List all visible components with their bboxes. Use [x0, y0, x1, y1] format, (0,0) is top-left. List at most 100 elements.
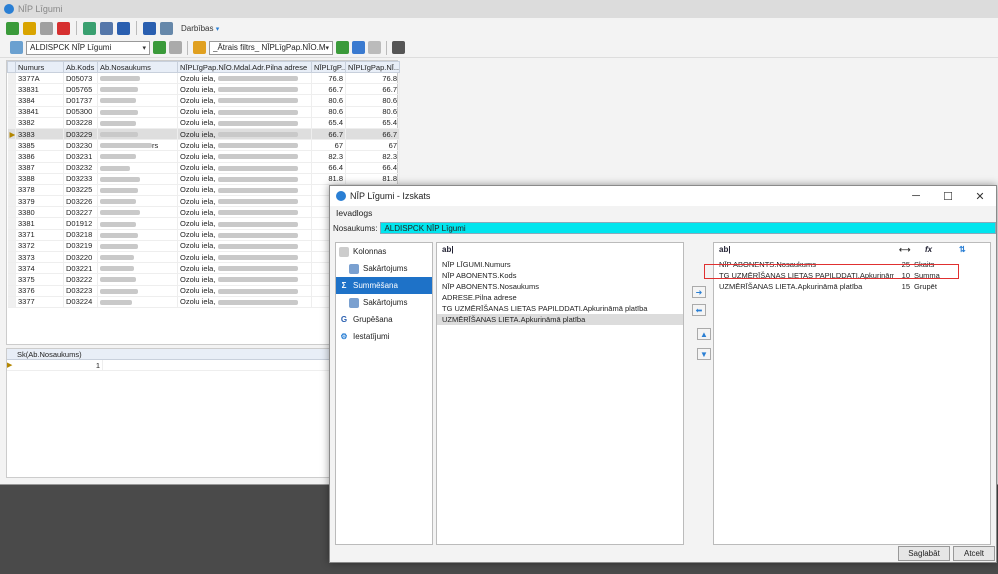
group-icon: G — [340, 315, 348, 324]
column-header[interactable]: Ab.Nosaukums — [97, 61, 178, 73]
cell-code: D03232 — [63, 162, 98, 174]
clear-filter-icon[interactable] — [368, 41, 381, 54]
apply-filter-icon[interactable] — [336, 41, 349, 54]
cell-number: 3375 — [15, 273, 64, 286]
filter-select[interactable]: _Ātrais filtrs_ NĪPLīgPap.NĪO.Mdal.A ▾ — [209, 40, 333, 55]
cell-name — [97, 273, 178, 286]
row-indicator — [7, 206, 16, 219]
view-icon[interactable] — [10, 41, 23, 54]
column-header[interactable]: NĪPLīgPap.NĪO.Mdal.Adr.Pilna adrese — [177, 61, 312, 73]
table-row[interactable]: 3382 D03228 Ozolu iela, 65.4 65.4 — [7, 117, 400, 129]
delete-icon[interactable] — [57, 21, 70, 35]
minimize-icon[interactable]: ─ — [900, 190, 932, 203]
table-row[interactable]: 3387 D03232 Ozolu iela, 66.4 66.4 — [7, 162, 400, 174]
cell-name — [97, 128, 178, 141]
export-icon[interactable] — [392, 41, 405, 54]
row-indicator — [7, 229, 16, 241]
refresh-icon[interactable] — [83, 21, 96, 35]
redacted-text — [218, 221, 299, 227]
nav-item-sum-sorting[interactable]: Sakārtojums — [336, 294, 432, 311]
cell-value-1: 82.3 — [311, 150, 346, 163]
nav-item-columns[interactable]: Kolonnas — [336, 243, 432, 260]
remove-field-button[interactable]: ⬅ — [692, 304, 706, 316]
name-input[interactable]: ALDISPCK NĪP Līgumi — [380, 222, 996, 234]
table-row[interactable]: 33831 D05765 Ozolu iela, 66.7 66.7 — [7, 83, 400, 96]
view-settings-icon[interactable] — [169, 41, 182, 54]
add-field-button[interactable]: ➜ — [692, 286, 706, 298]
row-indicator — [7, 117, 16, 129]
move-up-button[interactable]: ▲ — [697, 328, 711, 340]
column-header[interactable]: Ab.Kods — [63, 61, 98, 73]
cell-code: D03229 — [63, 128, 98, 141]
cancel-button[interactable]: Atcelt — [953, 546, 995, 561]
sort-toggle-icon[interactable]: ⇅ — [959, 243, 966, 256]
selected-field-function: Grupēt — [914, 282, 937, 291]
column-header[interactable]: Numurs — [15, 61, 64, 73]
save-button[interactable]: Saglabāt — [898, 546, 950, 561]
nav-item-summation[interactable]: Σ Summēšana — [336, 277, 432, 294]
cell-number: 33831 — [15, 83, 64, 96]
columns-icon[interactable] — [143, 21, 156, 35]
cell-value-1: 66.7 — [311, 83, 346, 96]
table-row[interactable]: 3377A D05073 Ozolu iela, 76.8 76.8 — [7, 72, 400, 85]
cell-name — [97, 94, 178, 107]
available-field-item[interactable]: NĪP ABONENTS.Kods — [437, 270, 683, 281]
available-field-item[interactable]: ADRESE.Pilna adrese — [437, 292, 683, 303]
copy-icon[interactable] — [40, 21, 53, 35]
row-indicator — [7, 273, 16, 286]
close-icon[interactable]: ✕ — [964, 190, 996, 203]
table-row[interactable]: ▶ 3383 D03229 Ozolu iela, 66.7 66.7 — [7, 128, 400, 141]
filter-edit-icon[interactable] — [352, 41, 365, 54]
apply-view-icon[interactable] — [153, 41, 166, 54]
row-indicator — [7, 262, 16, 275]
redacted-text — [100, 109, 138, 115]
actions-menu[interactable]: Darbības ▾ — [181, 24, 219, 33]
cell-code: D03221 — [63, 262, 98, 275]
cell-name: rs — [97, 139, 178, 152]
cell-name — [97, 285, 178, 297]
selected-field-item[interactable]: UZMĒRĪŠANAS LIETA.Apkurināmā platība 15 Gr… — [714, 281, 990, 292]
cell-code: D05765 — [63, 83, 98, 96]
app-icon — [336, 191, 346, 201]
column-header[interactable]: NĪPLīgP... — [311, 61, 346, 73]
nav-item-sorting[interactable]: Sakārtojums — [336, 260, 432, 277]
layout-icon[interactable] — [160, 21, 173, 35]
cell-address: Ozolu iela, — [177, 139, 312, 152]
edit-icon[interactable] — [23, 21, 36, 35]
table-row[interactable]: 3385 D03230 rs Ozolu iela, 67 67 — [7, 139, 400, 152]
available-field-item[interactable]: NĪP ABONENTS.Nosaukums — [437, 281, 683, 292]
filter-icon[interactable] — [193, 41, 206, 54]
new-icon[interactable] — [6, 21, 19, 35]
highlight-box — [704, 264, 959, 279]
cell-address: Ozolu iela, — [177, 262, 312, 275]
move-down-button[interactable]: ▼ — [697, 348, 711, 360]
available-field-item[interactable]: UZMĒRĪŠANAS LIETA.Apkurināmā platība — [437, 314, 683, 325]
maximize-icon[interactable]: ☐ — [932, 190, 964, 203]
cell-code: D01912 — [63, 217, 98, 230]
redacted-text — [100, 221, 136, 227]
column-header[interactable]: NĪPLīgPap.NĪ... — [345, 61, 400, 73]
cell-code: D03230 — [63, 139, 98, 152]
sum-icon[interactable] — [117, 21, 130, 35]
table-row[interactable]: 33841 D05300 Ozolu iela, 80.6 80.6 — [7, 106, 400, 118]
table-row[interactable]: 3388 D03233 Ozolu iela, 81.8 81.8 — [7, 173, 400, 185]
redacted-text — [218, 299, 299, 305]
row-indicator: ▶ — [7, 128, 16, 141]
nav-item-settings[interactable]: ⚙ Iestatījumi — [336, 328, 432, 345]
redacted-text — [218, 232, 299, 238]
nav-item-label: Kolonnas — [353, 247, 387, 256]
redacted-text — [218, 76, 299, 82]
view-select[interactable]: ALDISPCK NĪP Līgumi ▾ — [26, 40, 150, 55]
table-row[interactable]: 3384 D01737 Ozolu iela, 80.6 80.6 — [7, 94, 400, 107]
cell-code: D03228 — [63, 117, 98, 129]
function-col-header: fx — [925, 245, 933, 254]
available-field-item[interactable]: NĪP LĪGUMI.Numurs — [437, 259, 683, 270]
nav-item-grouping[interactable]: G Grupēšana — [336, 311, 432, 328]
table-row[interactable]: 3386 D03231 Ozolu iela, 82.3 82.3 — [7, 150, 400, 163]
cell-value-2: 81.8 — [345, 173, 400, 185]
address-text: Ozolu iela, — [180, 107, 216, 117]
available-field-item[interactable]: TG UZMĒRĪŠANAS LIETAS PAPILDDATI.Apkurin… — [437, 303, 683, 314]
redacted-text — [218, 120, 299, 126]
cell-number: 3384 — [15, 94, 64, 107]
print-icon[interactable] — [100, 21, 113, 35]
